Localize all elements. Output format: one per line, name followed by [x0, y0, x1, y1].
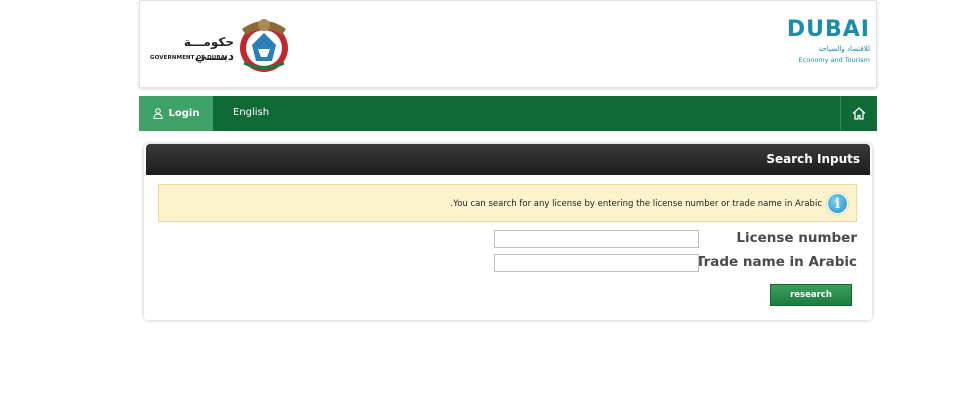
panel-title: Search Inputs [766, 152, 860, 166]
language-switch-link[interactable]: English [233, 96, 269, 131]
info-text: You can search for any license by enteri… [450, 199, 822, 209]
search-panel: Search Inputs You can search for any lic… [144, 144, 872, 320]
user-icon [153, 108, 163, 119]
trade-name-input[interactable] [494, 254, 699, 272]
panel-header: Search Inputs [146, 144, 870, 175]
search-button[interactable]: research [770, 284, 852, 306]
home-button[interactable] [840, 96, 877, 131]
info-icon: i [827, 193, 848, 214]
det-english-name: Economy and Tourism [798, 56, 870, 64]
trade-name-label: Trade name in Arabic [695, 254, 857, 270]
main-navbar: Login English [139, 96, 877, 131]
dubai-emblem-icon [240, 19, 288, 72]
info-message: You can search for any license by enteri… [158, 184, 857, 222]
dubai-economy-tourism-logo[interactable]: DUBAI للاقتصاد والسياحة Economy and Tour… [786, 17, 870, 71]
home-icon [852, 107, 866, 120]
dubai-wordmark: DUBAI [786, 17, 870, 42]
license-number-input[interactable] [494, 230, 699, 248]
license-number-label: License number [736, 230, 857, 246]
site-header: حكومـــة دبــــي GOVERNMENT OF DUBAI DUB… [139, 0, 877, 88]
login-label: Login [168, 108, 200, 119]
gov-english-name: GOVERNMENT OF DUBAI [150, 55, 228, 61]
government-of-dubai-logo[interactable]: حكومـــة دبــــي GOVERNMENT OF DUBAI [146, 15, 296, 75]
login-button[interactable]: Login [139, 96, 213, 131]
page: حكومـــة دبــــي GOVERNMENT OF DUBAI DUB… [0, 0, 956, 406]
det-arabic-name: للاقتصاد والسياحة [818, 45, 870, 53]
